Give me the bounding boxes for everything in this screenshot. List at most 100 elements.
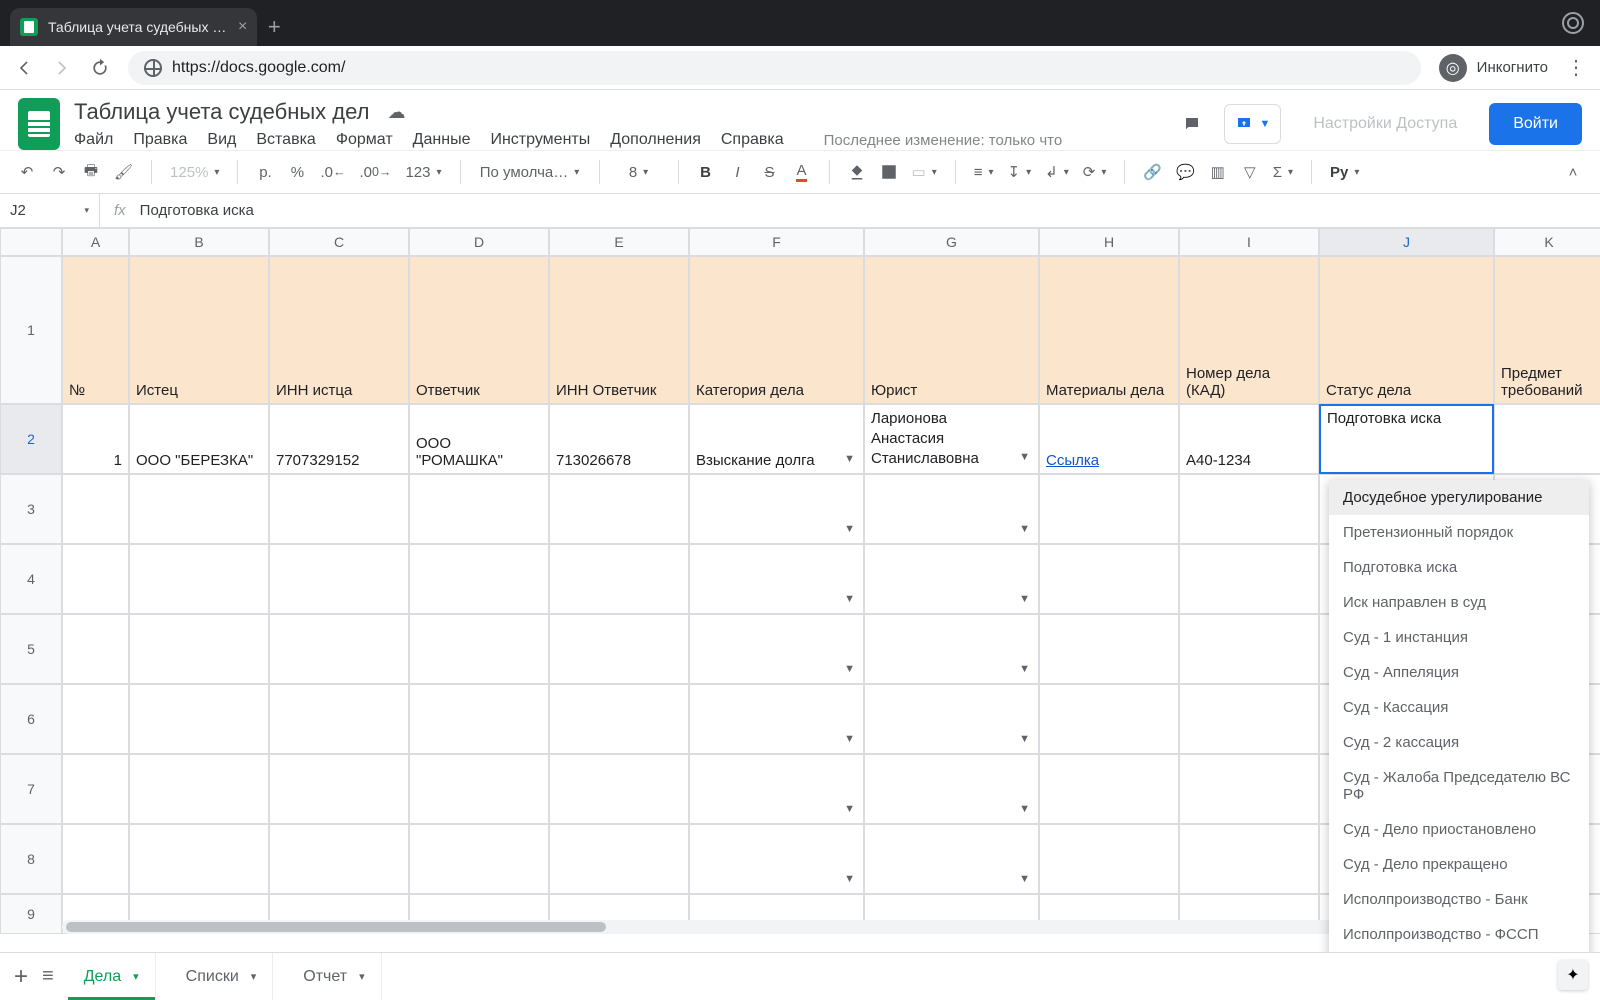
col-D[interactable]: D [409, 228, 549, 256]
cell-E8[interactable] [549, 824, 689, 894]
back-button[interactable] [14, 58, 34, 78]
header-category[interactable]: Категория дела [689, 256, 864, 404]
dropdown-option[interactable]: Суд - Кассация [1329, 690, 1589, 725]
bold-button[interactable]: B [693, 158, 719, 186]
rotate-button[interactable]: ⟳ [1079, 158, 1111, 186]
cell-J2-active[interactable]: Подготовка иска [1319, 404, 1494, 474]
header-status[interactable]: Статус дела [1319, 256, 1494, 404]
forward-button[interactable] [52, 58, 72, 78]
cell-B5[interactable] [129, 614, 269, 684]
chevron-down-icon[interactable]: ▼ [844, 873, 855, 885]
menu-help[interactable]: Справка [721, 131, 784, 149]
cell-H8[interactable] [1039, 824, 1179, 894]
col-F[interactable]: F [689, 228, 864, 256]
menu-tools[interactable]: Инструменты [490, 131, 590, 149]
col-A[interactable]: A [62, 228, 129, 256]
header-defendant[interactable]: Ответчик [409, 256, 549, 404]
formula-value[interactable]: Подготовка иска [140, 202, 254, 219]
cell-H6[interactable] [1039, 684, 1179, 754]
menu-insert[interactable]: Вставка [256, 131, 315, 149]
header-inn-plaintiff[interactable]: ИНН истца [269, 256, 409, 404]
last-edit-text[interactable]: Последнее изменение: только что [824, 132, 1063, 149]
chevron-down-icon[interactable]: ▼ [844, 663, 855, 675]
cell-H7[interactable] [1039, 754, 1179, 824]
cell-B7[interactable] [129, 754, 269, 824]
header-caseno[interactable]: Номер дела (КАД) [1179, 256, 1319, 404]
fill-color-button[interactable] [844, 158, 870, 186]
comment-button[interactable]: 💬 [1172, 158, 1199, 186]
cell-E6[interactable] [549, 684, 689, 754]
row-5-header[interactable]: 5 [0, 614, 62, 684]
cell-C3[interactable] [269, 474, 409, 544]
comments-button[interactable] [1174, 106, 1210, 142]
col-E[interactable]: E [549, 228, 689, 256]
cell-F7[interactable]: ▼ [689, 754, 864, 824]
cell-C6[interactable] [269, 684, 409, 754]
row-9-header[interactable]: 9 [0, 894, 62, 934]
sheet-tab-cases[interactable]: Дела [68, 953, 156, 1000]
cell-H2[interactable]: Ссылка [1039, 404, 1179, 474]
cell-D2[interactable]: ООО "РОМАШКА" [409, 404, 549, 474]
profile-icon[interactable] [1562, 12, 1584, 34]
col-I[interactable]: I [1179, 228, 1319, 256]
cell-E7[interactable] [549, 754, 689, 824]
sheet-tab-lists[interactable]: Списки [170, 953, 274, 1000]
row-6-header[interactable]: 6 [0, 684, 62, 754]
chevron-down-icon[interactable]: ▼ [1019, 663, 1030, 675]
share-button[interactable]: Настройки Доступа [1295, 115, 1475, 133]
cell-I2[interactable]: А40-1234 [1179, 404, 1319, 474]
cell-C4[interactable] [269, 544, 409, 614]
cell-D8[interactable] [409, 824, 549, 894]
header-num[interactable]: № [62, 256, 129, 404]
chevron-down-icon[interactable]: ▼ [1019, 593, 1030, 605]
name-box[interactable]: J2 [0, 194, 100, 227]
cell-F3[interactable]: ▼ [689, 474, 864, 544]
currency-button[interactable]: р. [252, 158, 278, 186]
header-plaintiff[interactable]: Истец [129, 256, 269, 404]
paint-format-button[interactable]: 🖌 [110, 158, 137, 186]
chevron-down-icon[interactable]: ▼ [844, 803, 855, 815]
chevron-down-icon[interactable]: ▼ [844, 453, 855, 465]
cell-F4[interactable]: ▼ [689, 544, 864, 614]
chevron-down-icon[interactable]: ▼ [1019, 873, 1030, 885]
zoom-dropdown[interactable]: 125% [166, 158, 223, 186]
redo-button[interactable]: ↷ [46, 158, 72, 186]
cell-B8[interactable] [129, 824, 269, 894]
cell-C8[interactable] [269, 824, 409, 894]
cell-B4[interactable] [129, 544, 269, 614]
cell-I4[interactable] [1179, 544, 1319, 614]
row-1-header[interactable]: 1 [0, 256, 62, 404]
chevron-down-icon[interactable]: ▼ [1019, 523, 1030, 535]
document-title[interactable]: Таблица учета судебных дел [74, 99, 369, 125]
add-sheet-button[interactable]: + [14, 963, 28, 991]
font-dropdown[interactable]: По умолча… [475, 158, 585, 186]
dropdown-option[interactable]: Суд - Дело прекращено [1329, 847, 1589, 882]
dropdown-option[interactable]: Претензионный порядок [1329, 515, 1589, 550]
menu-data[interactable]: Данные [413, 131, 471, 149]
row-8-header[interactable]: 8 [0, 824, 62, 894]
cell-H3[interactable] [1039, 474, 1179, 544]
cell-C5[interactable] [269, 614, 409, 684]
cell-C7[interactable] [269, 754, 409, 824]
input-tools-button[interactable]: Ру [1326, 158, 1363, 186]
functions-button[interactable]: Σ [1269, 158, 1297, 186]
dropdown-option[interactable]: Суд - 2 кассация [1329, 725, 1589, 760]
header-subject[interactable]: Предмет требований [1494, 256, 1600, 404]
chevron-down-icon[interactable]: ▼ [1019, 450, 1030, 465]
cell-B3[interactable] [129, 474, 269, 544]
cell-H5[interactable] [1039, 614, 1179, 684]
dropdown-option[interactable]: Подготовка иска [1329, 550, 1589, 585]
menu-edit[interactable]: Правка [133, 131, 187, 149]
cell-D7[interactable] [409, 754, 549, 824]
cloud-saved-icon[interactable]: ☁ [387, 102, 405, 123]
cell-F2[interactable]: Взыскание долга▼ [689, 404, 864, 474]
scroll-thumb[interactable] [66, 922, 606, 932]
cell-I5[interactable] [1179, 614, 1319, 684]
cell-G6[interactable]: ▼ [864, 684, 1039, 754]
font-size-dropdown[interactable]: 8 [614, 158, 664, 186]
cell-G2[interactable]: ЛарионоваАнастасияСтаниславовна ▼ [864, 404, 1039, 474]
dropdown-option[interactable]: Суд - Жалоба Председателю ВС РФ [1329, 760, 1589, 812]
menu-view[interactable]: Вид [207, 131, 236, 149]
dropdown-option[interactable]: Суд - Аппеляция [1329, 655, 1589, 690]
cell-D6[interactable] [409, 684, 549, 754]
